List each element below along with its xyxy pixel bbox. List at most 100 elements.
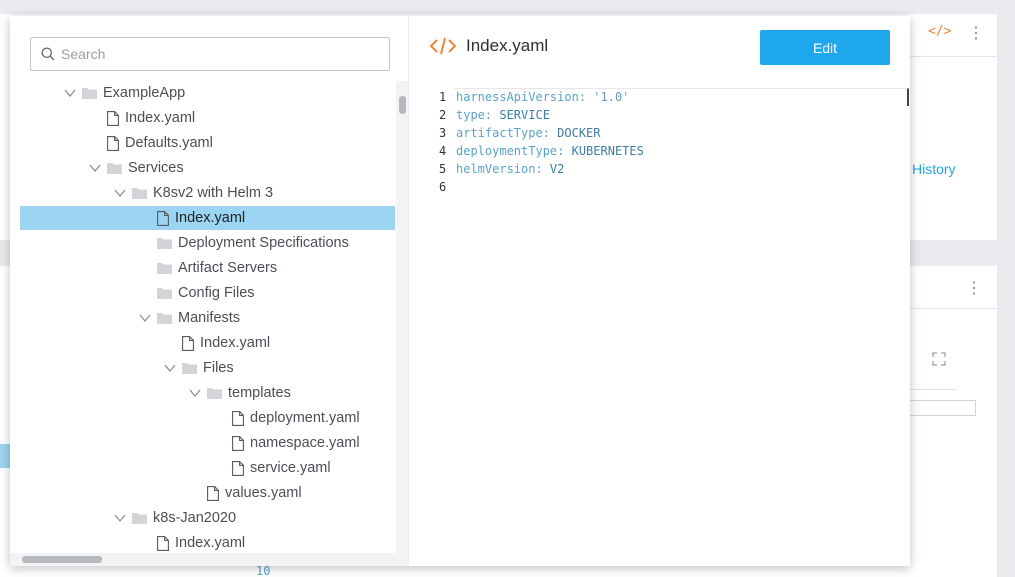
- chevron-down-icon[interactable]: [88, 161, 102, 175]
- yaml-value: '1.0': [593, 90, 630, 104]
- tree-item-label: values.yaml: [225, 485, 302, 501]
- folder-icon: [157, 237, 172, 249]
- tree-file[interactable]: Index.yaml: [20, 106, 395, 130]
- yaml-key: helmVersion:: [456, 162, 550, 176]
- background-divider: [910, 308, 997, 309]
- folder-icon: [82, 87, 97, 99]
- code-line: 2 type: SERVICE: [430, 106, 910, 124]
- file-icon: [107, 110, 119, 126]
- tree-item-label: Defaults.yaml: [125, 135, 213, 151]
- yaml-value: SERVICE: [499, 108, 550, 122]
- yaml-key: harnessApiVersion:: [456, 90, 594, 104]
- pane-divider: [408, 16, 409, 566]
- file-icon: [157, 210, 169, 226]
- tree-folder[interactable]: Artifact Servers: [20, 256, 395, 280]
- background-divider: [910, 389, 956, 390]
- folder-icon: [182, 362, 197, 374]
- background-input[interactable]: [910, 400, 976, 416]
- tree-horizontal-scroll-thumb[interactable]: [22, 556, 102, 563]
- tree-item-label: K8sv2 with Helm 3: [153, 185, 274, 201]
- yaml-explorer-modal: ExampleApp Index.yaml Defaults.yaml Service…: [10, 16, 910, 566]
- file-tree: ExampleApp Index.yaml Defaults.yaml Service…: [20, 81, 395, 553]
- tree-file[interactable]: Index.yaml: [20, 531, 395, 553]
- yaml-value: DOCKER: [557, 126, 601, 140]
- file-icon: [207, 485, 219, 501]
- tree-folder[interactable]: templates: [20, 381, 395, 405]
- yaml-value: V2: [549, 162, 565, 176]
- tree-file[interactable]: deployment.yaml: [20, 406, 395, 430]
- tree-item-label: namespace.yaml: [250, 435, 360, 451]
- line-number: 3: [439, 126, 447, 140]
- expand-icon[interactable]: [931, 351, 947, 370]
- line-number: 2: [439, 108, 447, 122]
- tree-item-label: Files: [203, 360, 234, 376]
- tree-folder[interactable]: Config Files: [20, 281, 395, 305]
- folder-icon: [157, 287, 172, 299]
- chevron-down-icon[interactable]: [188, 386, 202, 400]
- tree-vertical-scroll-thumb[interactable]: [399, 96, 406, 114]
- tree-item-label: Services: [128, 160, 184, 176]
- kebab-menu-icon[interactable]: ⋮: [968, 26, 984, 42]
- folder-icon: [132, 187, 147, 199]
- chevron-down-icon[interactable]: [63, 86, 77, 100]
- line-number: 6: [439, 180, 447, 194]
- tree-file[interactable]: Index.yaml: [20, 206, 395, 230]
- folder-icon: [107, 162, 122, 174]
- file-icon: [107, 135, 119, 151]
- tree-file[interactable]: service.yaml: [20, 456, 395, 480]
- line-number: 5: [439, 162, 447, 176]
- tree-folder[interactable]: Manifests: [20, 306, 395, 330]
- tree-item-label: Index.yaml: [175, 535, 246, 551]
- chevron-down-icon[interactable]: [138, 311, 152, 325]
- background-selected-row: [0, 444, 10, 468]
- code-line: 3 artifactType: DOCKER: [430, 124, 910, 142]
- tree-item-label: ExampleApp: [103, 85, 186, 101]
- history-link[interactable]: History: [912, 161, 956, 177]
- edit-button[interactable]: Edit: [760, 30, 890, 65]
- line-number: 4: [439, 144, 447, 158]
- folder-icon: [157, 312, 172, 324]
- tree-item-label: Index.yaml: [175, 210, 246, 226]
- chevron-down-icon[interactable]: [113, 186, 127, 200]
- file-icon: [232, 410, 244, 426]
- tree-item-label: templates: [228, 385, 291, 401]
- code-icon: [430, 37, 456, 55]
- tree-item-label: Index.yaml: [200, 335, 271, 351]
- tree-folder[interactable]: Files: [20, 356, 395, 380]
- tree-file[interactable]: Index.yaml: [20, 331, 395, 355]
- chevron-down-icon[interactable]: [113, 511, 127, 525]
- yaml-key: type:: [456, 108, 500, 122]
- tree-folder[interactable]: ExampleApp: [20, 81, 395, 105]
- search-input[interactable]: [61, 39, 381, 69]
- folder-icon: [207, 387, 222, 399]
- yaml-key: deploymentType:: [456, 144, 572, 158]
- code-line: 5 helmVersion: V2: [430, 160, 910, 178]
- search-box[interactable]: [30, 37, 390, 71]
- file-icon: [182, 335, 194, 351]
- tree-item-label: Index.yaml: [125, 110, 196, 126]
- code-line: 6: [430, 178, 910, 196]
- tree-vertical-scrollbar[interactable]: [396, 81, 408, 553]
- tree-file[interactable]: Defaults.yaml: [20, 131, 395, 155]
- tree-file[interactable]: values.yaml: [20, 481, 395, 505]
- file-icon: [157, 535, 169, 551]
- tree-folder[interactable]: Deployment Specifications: [20, 231, 395, 255]
- tree-item-label: Deployment Specifications: [178, 235, 349, 251]
- tree-folder[interactable]: K8sv2 with Helm 3: [20, 181, 395, 205]
- yaml-editor[interactable]: 1 harnessApiVersion: '1.0' 2 type: SERVICE 3…: [430, 88, 910, 228]
- search-icon: [41, 47, 55, 61]
- tree-item-label: Artifact Servers: [178, 260, 278, 276]
- file-icon: [232, 460, 244, 476]
- chevron-down-icon[interactable]: [163, 361, 177, 375]
- yaml-value: KUBERNETES: [571, 144, 644, 158]
- background-code-icon[interactable]: </>: [928, 24, 951, 39]
- kebab-menu-icon[interactable]: ⋮: [966, 281, 982, 297]
- tree-folder[interactable]: Services: [20, 156, 395, 180]
- file-title: Index.yaml: [466, 36, 549, 55]
- code-line: 4 deploymentType: KUBERNETES: [430, 142, 910, 160]
- file-icon: [232, 435, 244, 451]
- tree-folder[interactable]: k8s-Jan2020: [20, 506, 395, 530]
- tree-file[interactable]: namespace.yaml: [20, 431, 395, 455]
- tree-item-label: deployment.yaml: [250, 410, 360, 426]
- line-number: 1: [439, 90, 447, 104]
